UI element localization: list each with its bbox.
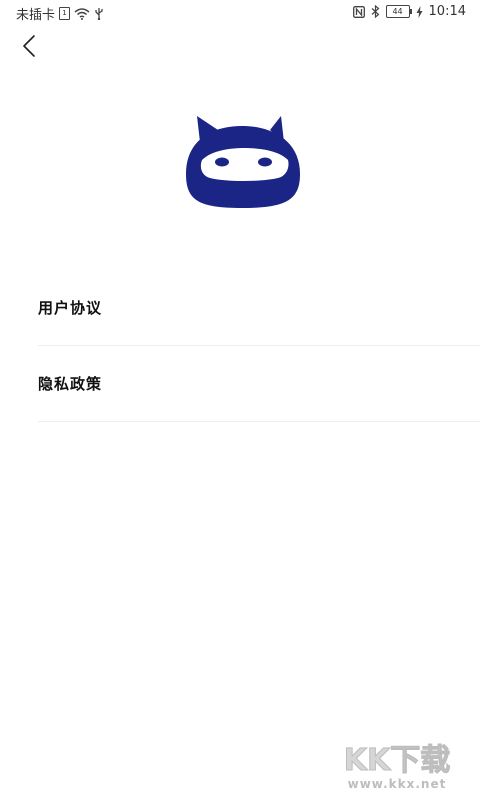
- status-left: 未插卡 1: [16, 4, 104, 23]
- watermark-main-text: KK下载: [343, 743, 451, 778]
- wifi-icon: [74, 7, 90, 20]
- chevron-left-icon: [23, 35, 35, 57]
- clock-text: 10:14: [428, 4, 466, 19]
- bolt-icon: [416, 5, 423, 18]
- watermark: KK下载 www.kkx.net: [332, 743, 462, 792]
- carrier-text: 未插卡: [16, 8, 56, 23]
- menu-item-user-agreement[interactable]: 用户协议: [38, 270, 480, 346]
- menu-item-privacy-policy[interactable]: 隐私政策: [38, 346, 480, 422]
- sim-icon: 1: [59, 7, 71, 20]
- status-bar: 未插卡 1 44 10:14: [0, 0, 480, 24]
- back-button[interactable]: [14, 30, 46, 62]
- watermark-url-text: www.kkx.net: [347, 777, 447, 791]
- nfc-icon: [352, 5, 365, 18]
- ninja-mascot-icon: [186, 116, 300, 208]
- status-right: 44 10:14: [352, 4, 466, 19]
- usb-icon: [95, 8, 103, 20]
- bluetooth-icon: [371, 5, 379, 18]
- battery-icon: 44: [385, 5, 412, 18]
- menu-item-label: 用户协议: [38, 299, 103, 317]
- app-logo: [182, 112, 306, 216]
- menu-list: 用户协议 隐私政策: [38, 270, 480, 422]
- about-screen: 未插卡 1 44 10:14 用户协议 隐私政策 KK下载 www.kkx.ne…: [0, 0, 480, 800]
- menu-item-label: 隐私政策: [38, 375, 103, 393]
